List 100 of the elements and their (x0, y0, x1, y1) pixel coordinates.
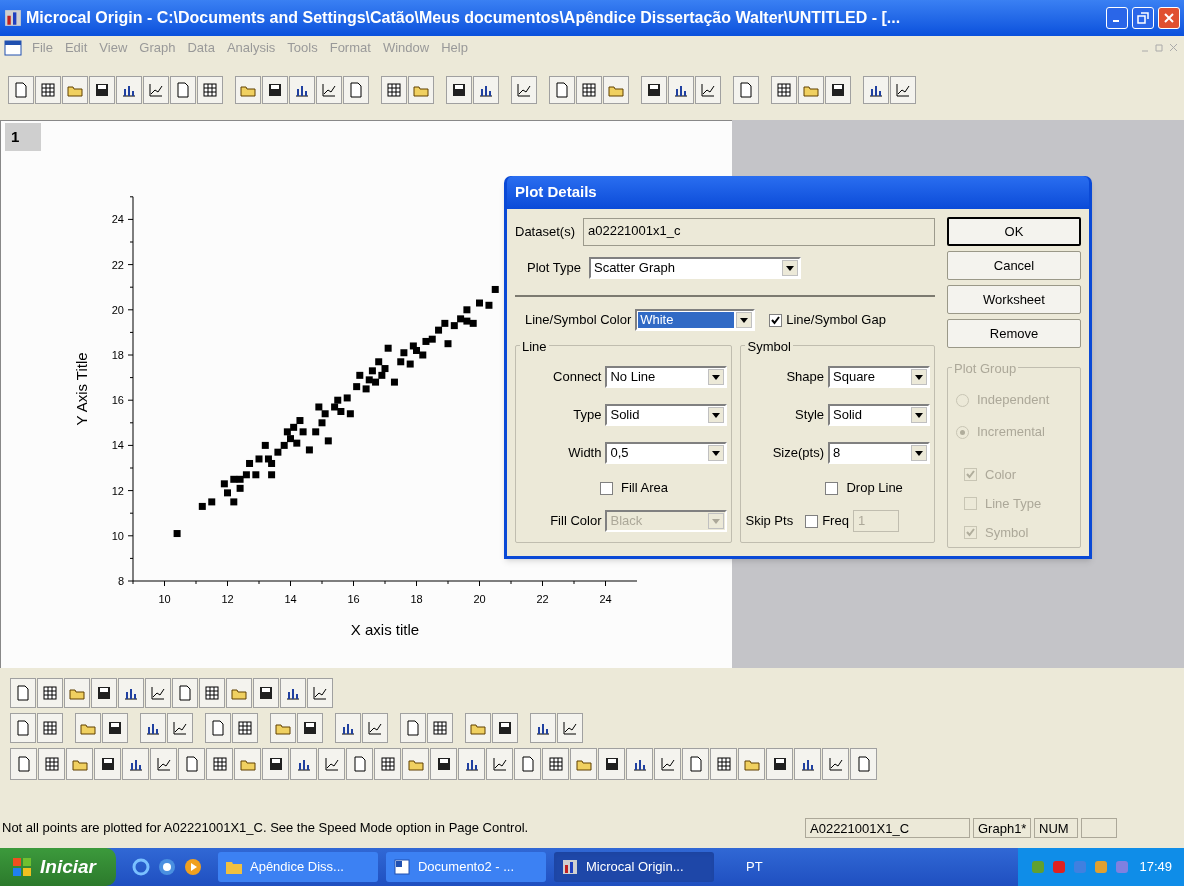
data-point (261, 441, 269, 449)
status-pane (1081, 818, 1117, 838)
line-chart-icon[interactable] (307, 678, 333, 708)
line-chart-icon[interactable] (145, 678, 171, 708)
dialog-title: Plot Details (515, 182, 597, 203)
data-point (485, 301, 493, 309)
y-tick-label: 8 (117, 575, 124, 587)
grid-icon[interactable] (381, 76, 407, 104)
bar-chart-icon[interactable] (863, 76, 889, 104)
line-chart-icon[interactable] (557, 713, 583, 743)
status-pane: A02221001X1_C (805, 818, 970, 838)
minimize-icon[interactable] (1106, 7, 1128, 29)
bar-chart-icon[interactable] (668, 76, 694, 104)
line-chart-icon[interactable] (486, 748, 513, 780)
grid-icon[interactable] (199, 678, 225, 708)
line-chart-icon[interactable] (511, 76, 537, 104)
x-axis-title: X axis title (350, 621, 420, 638)
field-label: Width (568, 444, 602, 463)
grid-icon[interactable] (427, 713, 453, 743)
grid-icon[interactable] (35, 76, 61, 104)
dropdown[interactable]: Solid (828, 404, 930, 426)
dropdown[interactable]: Scatter Graph (588, 257, 801, 279)
dropdown[interactable]: White (635, 309, 756, 331)
layer-tab[interactable]: 1 (5, 123, 41, 151)
dialog-button[interactable]: OK (947, 217, 1081, 246)
bar-chart-icon[interactable] (116, 76, 142, 104)
restore-icon[interactable] (1132, 7, 1154, 29)
start-button[interactable]: Iniciar (0, 848, 116, 886)
dialog-button[interactable]: Cancel (947, 251, 1081, 280)
y-tick-label: 14 (111, 439, 124, 452)
taskbar-button[interactable]: Apêndice Diss... (218, 852, 378, 882)
line-chart-icon[interactable] (318, 748, 345, 780)
bar-chart-icon[interactable] (530, 713, 556, 743)
grid-icon[interactable] (710, 748, 737, 780)
data-point (208, 498, 216, 506)
taskbar-button[interactable]: Documento2 - ... (386, 852, 546, 882)
radio-label: Independent (977, 391, 1050, 410)
checkbox-label: Symbol (985, 523, 1029, 542)
data-point (305, 446, 313, 454)
grid-icon[interactable] (197, 76, 223, 104)
status-pane: NUM (1034, 818, 1078, 838)
bar-chart-icon[interactable] (140, 713, 166, 743)
bar-chart-icon[interactable] (290, 748, 317, 780)
dropdown[interactable]: Solid (605, 404, 728, 426)
data-point (390, 378, 398, 386)
bar-chart-icon[interactable] (289, 76, 315, 104)
line-chart-icon[interactable] (695, 76, 721, 104)
bar-chart-icon[interactable] (122, 748, 149, 780)
bar-chart-icon[interactable] (335, 713, 361, 743)
dialog-button[interactable]: Remove (947, 319, 1081, 348)
x-tick-label: 22 (536, 593, 549, 605)
taskbar-button[interactable]: Microcal Origin... (554, 852, 714, 882)
line-chart-icon[interactable] (316, 76, 342, 104)
dialog-button[interactable]: Worksheet (947, 285, 1081, 314)
bar-chart-icon[interactable] (118, 678, 144, 708)
line-chart-icon[interactable] (150, 748, 177, 780)
field-label: Connect (553, 368, 602, 387)
dropdown[interactable]: Square (828, 366, 930, 388)
y-axis-title: Y Axis Title (73, 352, 90, 426)
window-title: Microcal Origin - C:\Documents and Settings\Catão\Meus documentos\Apêndice Dissertação Walter\UNTITLED - [... (26, 8, 902, 28)
grid-icon[interactable] (232, 713, 258, 743)
line-chart-icon[interactable] (167, 713, 193, 743)
x-tick-label: 20 (473, 593, 486, 605)
media-player-icon[interactable] (184, 858, 202, 876)
grid-icon[interactable] (37, 713, 63, 743)
line-chart-icon[interactable] (890, 76, 916, 104)
grid-icon[interactable] (206, 748, 233, 780)
checkbox[interactable] (600, 481, 613, 495)
dropdown[interactable]: 0,5 (605, 442, 728, 464)
data-point (444, 340, 452, 348)
grid-icon[interactable] (542, 748, 569, 780)
close-icon[interactable] (1158, 7, 1180, 29)
grid-icon[interactable] (38, 748, 65, 780)
app-icon (4, 9, 22, 27)
language-indicator[interactable]: PT (738, 857, 771, 877)
line-chart-icon[interactable] (654, 748, 681, 780)
bar-chart-icon[interactable] (794, 748, 821, 780)
dataset-field[interactable]: a02221001x1_c (582, 218, 935, 246)
dropdown[interactable]: No Line (605, 366, 728, 388)
dropdown[interactable]: 8 (828, 442, 930, 464)
y-tick-label: 16 (111, 394, 124, 407)
x-tick-label: 24 (599, 593, 612, 605)
bar-chart-icon[interactable] (473, 76, 499, 104)
x-tick-label: 14 (284, 593, 297, 605)
bar-chart-icon[interactable] (458, 748, 485, 780)
grid-icon[interactable] (576, 76, 602, 104)
data-point (384, 344, 392, 352)
grid-icon[interactable] (37, 678, 63, 708)
folder-icon (226, 860, 242, 874)
y-tick-label: 24 (111, 213, 124, 226)
radio-label: Incremental (977, 423, 1045, 442)
checkbox[interactable] (825, 481, 839, 495)
bar-chart-icon[interactable] (626, 748, 653, 780)
grid-icon[interactable] (771, 76, 797, 104)
checkbox[interactable] (769, 313, 783, 327)
bar-chart-icon[interactable] (280, 678, 306, 708)
line-chart-icon[interactable] (143, 76, 169, 104)
line-chart-icon[interactable] (822, 748, 849, 780)
line-chart-icon[interactable] (362, 713, 388, 743)
grid-icon[interactable] (374, 748, 401, 780)
